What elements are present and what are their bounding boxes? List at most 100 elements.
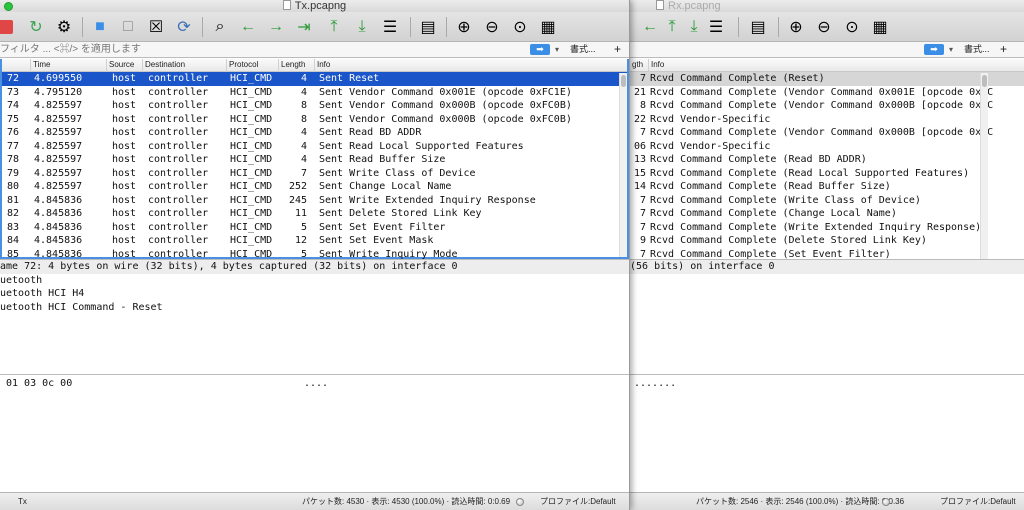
tx-packet-details[interactable]: ame 72: 4 bytes on wire (32 bits), 4 byt… <box>0 259 629 372</box>
colorize-icon[interactable]: ▤ <box>416 15 440 39</box>
reload-file-icon[interactable]: ⟳ <box>172 15 196 39</box>
go-forward-icon[interactable]: → <box>264 15 288 39</box>
tx-col-source[interactable]: Source <box>106 59 134 72</box>
table-row[interactable]: 76 4.825597 host controller HCI_CMD 4 Sent Rea… <box>2 126 627 140</box>
table-row[interactable]: 15 Rcvd Command Complete (Read Local Supp… <box>630 167 1024 181</box>
rx-apply-filter-button[interactable]: ➡ <box>924 44 944 55</box>
close-file-icon[interactable]: ☒ <box>144 15 168 39</box>
table-row[interactable]: 84 4.845836 host controller HCI_CMD 12 Sent Se… <box>2 234 627 248</box>
go-back-icon[interactable]: ← <box>638 15 662 39</box>
table-row[interactable]: 8 Rcvd Command Complete (Vendor Command 0… <box>630 99 1024 113</box>
table-row[interactable]: 7 Rcvd Command Complete (Vendor Command 0… <box>630 126 1024 140</box>
table-row[interactable]: 7 Rcvd Command Complete (Reset) <box>630 72 1024 86</box>
tx-scroll-thumb[interactable] <box>621 75 626 87</box>
zoom-out-icon[interactable]: ⊖ <box>812 15 836 39</box>
table-row[interactable]: 7 Rcvd Command Complete (Write Class of D… <box>630 194 1024 208</box>
table-row[interactable]: 7 Rcvd Command Complete (Change Local Nam… <box>630 207 1024 221</box>
stop-capture-icon[interactable] <box>0 15 18 39</box>
tx-packet-bytes[interactable]: 01 03 0c 00 .... <box>0 374 629 492</box>
tree-item[interactable]: uetooth <box>0 274 629 288</box>
packet-info: Rcvd Command Complete (Reset) <box>650 73 825 84</box>
tx-filter-input[interactable]: フィルタ ... <⌘/> を適用します <box>0 42 141 57</box>
table-row[interactable]: 77 4.825597 host controller HCI_CMD 4 Sent Rea… <box>2 140 627 154</box>
autoscroll-icon[interactable]: ☰ <box>378 15 402 39</box>
tx-apply-filter-button[interactable]: ➡ <box>530 44 550 55</box>
save-file-icon[interactable]: □ <box>116 15 140 39</box>
go-first-icon[interactable]: ⤒ <box>660 15 684 39</box>
go-last-icon[interactable]: ⤓ <box>682 15 706 39</box>
packet-info: Sent Read Buffer Size <box>319 154 446 165</box>
zoom-normal-icon[interactable]: ⊙ <box>840 15 864 39</box>
tree-item[interactable]: (56 bits) on interface 0 <box>630 260 1024 274</box>
tx-col-protocol[interactable]: Protocol <box>226 59 258 72</box>
table-row[interactable]: 78 4.825597 host controller HCI_CMD 4 Sent Rea… <box>2 153 627 167</box>
packet-protocol: HCI_CMD <box>230 235 273 246</box>
zoom-normal-icon[interactable]: ⊙ <box>508 15 532 39</box>
go-first-icon[interactable]: ⤒ <box>322 15 346 39</box>
tree-item[interactable]: uetooth HCI Command - Reset <box>0 301 629 315</box>
resize-columns-icon[interactable]: ▦ <box>868 15 892 39</box>
table-row[interactable]: 82 4.845836 host controller HCI_CMD 11 Sent De… <box>2 207 627 221</box>
restart-capture-icon[interactable]: ↻ <box>24 15 48 39</box>
tx-col-info[interactable]: Info <box>314 59 330 72</box>
rx-profile-label[interactable]: プロファイル:Default <box>940 493 1016 510</box>
packet-protocol: HCI_CMD <box>230 73 273 84</box>
rx-packet-bytes[interactable]: ....... <box>630 374 1024 492</box>
capture-options-icon[interactable]: ⚙ <box>52 15 76 39</box>
table-row[interactable]: 9 Rcvd Command Complete (Delete Stored Li… <box>630 234 1024 248</box>
tx-format-button[interactable]: 書式... <box>570 42 596 57</box>
table-row[interactable]: 83 4.845836 host controller HCI_CMD 5 Sent Set… <box>2 221 627 235</box>
tree-item[interactable]: uetooth HCI H4 <box>0 287 629 301</box>
tx-col-length[interactable]: Length <box>278 59 305 72</box>
rx-packet-details[interactable]: (56 bits) on interface 0 <box>630 259 1024 372</box>
tx-col-destination[interactable]: Destination <box>142 59 185 72</box>
rx-profile-status-icon[interactable] <box>882 498 890 506</box>
find-packet-icon[interactable]: ⌕ <box>208 15 232 39</box>
table-row[interactable]: 73 4.795120 host controller HCI_CMD 4 Sent Ven… <box>2 86 627 100</box>
table-row[interactable]: 13 Rcvd Command Complete (Read BD ADDR) <box>630 153 1024 167</box>
zoom-in-icon[interactable]: ⊕ <box>784 15 808 39</box>
table-row[interactable]: 74 4.825597 host controller HCI_CMD 8 Sent Ven… <box>2 99 627 113</box>
table-row[interactable]: 75 4.825597 host controller HCI_CMD 8 Sent Ven… <box>2 113 627 127</box>
tx-profile-status-icon[interactable] <box>516 498 524 506</box>
tx-capture-window: Tx.pcapng ↻ ⚙ ■ □ ☒ ⟳ ⌕ ← → ⇥ ⤒ ⤓ ☰ ▤ ⊕ … <box>0 0 630 510</box>
go-to-packet-icon[interactable]: ⇥ <box>292 15 316 39</box>
tree-item[interactable]: ame 72: 4 bytes on wire (32 bits), 4 byt… <box>0 260 629 274</box>
autoscroll-icon[interactable]: ☰ <box>704 15 728 39</box>
tx-add-filter-button[interactable]: + <box>614 42 621 57</box>
colorize-icon[interactable]: ▤ <box>746 15 770 39</box>
table-row[interactable]: 7 Rcvd Command Complete (Write Extended I… <box>630 221 1024 235</box>
window-zoom-button[interactable] <box>4 2 13 11</box>
tx-capture-name: Tx <box>18 497 27 506</box>
tx-profile-label[interactable]: プロファイル:Default <box>540 493 616 510</box>
rx-filter-dropdown-icon[interactable]: ▾ <box>946 43 956 56</box>
tx-col-time[interactable]: Time <box>30 59 50 72</box>
packet-protocol: HCI_CMD <box>230 127 273 138</box>
resize-columns-icon[interactable]: ▦ <box>536 15 560 39</box>
go-last-icon[interactable]: ⤓ <box>350 15 374 39</box>
packet-source: host <box>112 113 137 125</box>
packet-source: host <box>112 194 137 206</box>
tx-list-scrollbar[interactable] <box>619 73 627 257</box>
rx-format-button[interactable]: 書式... <box>964 42 990 57</box>
table-row[interactable]: 80 4.825597 host controller HCI_CMD 252 Sent C… <box>2 180 627 194</box>
table-row[interactable]: 79 4.825597 host controller HCI_CMD 7 Sent Wri… <box>2 167 627 181</box>
rx-list-scrollbar[interactable] <box>980 73 988 259</box>
table-row[interactable]: 72 4.699550 host controller HCI_CMD 4 Sent Res… <box>2 72 627 86</box>
open-file-icon[interactable]: ■ <box>88 15 112 39</box>
rx-add-filter-button[interactable]: + <box>1000 42 1007 57</box>
rx-scroll-thumb[interactable] <box>982 75 987 87</box>
go-back-icon[interactable]: ← <box>236 15 260 39</box>
zoom-out-icon[interactable]: ⊖ <box>480 15 504 39</box>
zoom-in-icon[interactable]: ⊕ <box>452 15 476 39</box>
table-row[interactable]: 14 Rcvd Command Complete (Read Buffer Siz… <box>630 180 1024 194</box>
tx-packet-list[interactable]: Time Source Destination Protocol Length … <box>0 59 629 260</box>
table-row[interactable]: 81 4.845836 host controller HCI_CMD 245 Sent W… <box>2 194 627 208</box>
rx-packet-list[interactable]: gth Info 7 Rcvd Command Complete (Reset) 2… <box>630 59 1024 260</box>
rx-col-length[interactable]: gth <box>630 59 643 72</box>
tx-filter-dropdown-icon[interactable]: ▾ <box>552 43 562 56</box>
rx-col-info[interactable]: Info <box>648 59 664 72</box>
table-row[interactable]: 06 Rcvd Vendor-Specific <box>630 140 1024 154</box>
table-row[interactable]: 21 Rcvd Command Complete (Vendor Command … <box>630 86 1024 100</box>
table-row[interactable]: 22 Rcvd Vendor-Specific <box>630 113 1024 127</box>
